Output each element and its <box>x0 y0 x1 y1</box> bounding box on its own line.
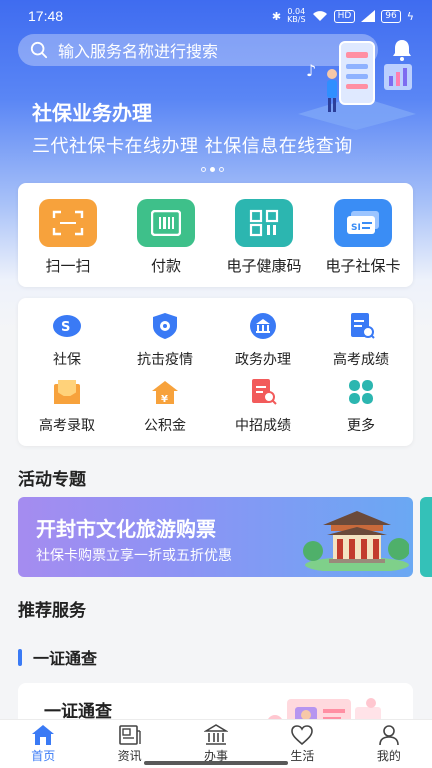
zhongkao-score-icon <box>252 379 277 405</box>
service-label: 中招成绩 <box>235 418 291 434</box>
next-activity-banner[interactable] <box>420 497 432 577</box>
quick-action-label: 付款 <box>150 257 181 275</box>
quick-action-label: 扫一扫 <box>45 257 91 275</box>
search-placeholder: 输入服务名称进行搜索 <box>58 42 219 61</box>
service-housing-fund[interactable]: ¥ 公积金 <box>120 378 210 435</box>
service-label: 社保 <box>53 352 81 368</box>
search-icon <box>30 41 48 59</box>
scan-icon <box>39 199 97 247</box>
banner-page-indicator <box>201 167 224 172</box>
wifi-icon <box>312 11 327 21</box>
network-speed-unit: KB/S <box>287 15 306 24</box>
barcode-icon <box>137 199 195 247</box>
status-time: 17:48 <box>28 8 64 24</box>
svg-text:¥: ¥ <box>161 394 168 405</box>
qrcode-icon <box>235 199 293 247</box>
tab-home[interactable]: 首页 <box>0 720 86 768</box>
hd-badge: HD <box>333 9 356 23</box>
activity-subtitle: 社保卡购票立享一折或五折优惠 <box>36 548 232 564</box>
service-gaokao-score[interactable]: 高考成绩 <box>316 312 406 369</box>
activity-banner[interactable]: 开封市文化旅游购票 社保卡购票立享一折或五折优惠 <box>18 497 413 577</box>
banner-illustration: ♪ <box>298 41 416 130</box>
exam-score-icon <box>351 313 375 339</box>
news-icon <box>118 725 141 745</box>
service-gaokao-admission[interactable]: 高考录取 <box>22 378 112 435</box>
heart-icon <box>291 725 314 746</box>
tab-label: 我的 <box>376 749 401 763</box>
recommend-group-title: 一证通查 <box>33 649 98 668</box>
quick-action-pay[interactable]: 付款 <box>118 199 214 276</box>
activity-title: 开封市文化旅游购票 <box>36 517 216 541</box>
quick-action-label: 电子健康码 <box>226 257 302 275</box>
battery-icon: 96 <box>381 9 401 23</box>
accent-bar <box>18 648 22 666</box>
bank-building-icon <box>204 724 229 745</box>
pavilion-illustration <box>303 511 409 571</box>
recommend-group-header: 一证通查 <box>18 645 97 669</box>
page-dot-active <box>210 167 215 172</box>
service-label: 抗击疫情 <box>137 352 193 368</box>
network-speed: 0.04 KB/S <box>287 8 306 24</box>
service-label: 政务办理 <box>235 352 291 368</box>
social-security-card-icon: SI <box>334 199 392 247</box>
service-label: 更多 <box>347 418 375 434</box>
page-dot <box>201 167 206 172</box>
charging-icon: ϟ <box>406 9 414 23</box>
svg-text:S: S <box>61 320 70 335</box>
home-indicator[interactable] <box>144 761 288 765</box>
social-security-icon: S <box>53 315 81 337</box>
quick-action-scan[interactable]: 扫一扫 <box>20 199 116 276</box>
bluetooth-icon: ✱ <box>271 9 282 23</box>
tab-label: 首页 <box>31 749 56 763</box>
recommend-section-title: 推荐服务 <box>18 601 86 621</box>
service-zhongkao-score[interactable]: 中招成绩 <box>218 378 308 435</box>
government-icon <box>250 313 276 339</box>
admission-letter-icon <box>54 380 80 404</box>
service-social-security[interactable]: S 社保 <box>22 312 112 369</box>
quick-action-label: 电子社保卡 <box>325 257 401 275</box>
home-icon <box>32 725 55 745</box>
service-label: 高考成绩 <box>333 352 389 368</box>
housing-fund-icon: ¥ <box>152 381 178 405</box>
svg-text:♪: ♪ <box>306 61 316 80</box>
activity-section-title: 活动专题 <box>18 470 86 490</box>
more-grid-icon <box>349 380 373 404</box>
banner-subtitle[interactable]: 三代社保卡在线办理 社保信息在线查询 <box>32 132 353 158</box>
status-icons: ✱ 0.04 KB/S HD 96 ϟ <box>272 8 414 24</box>
service-label: 公积金 <box>144 418 186 434</box>
service-more[interactable]: 更多 <box>316 378 406 435</box>
quick-actions-card: 扫一扫 付款 电子健康码 SI 电子社保卡 <box>18 183 413 287</box>
quick-action-social-security-card[interactable]: SI 电子社保卡 <box>315 199 411 276</box>
banner-title[interactable]: 社保业务办理 <box>32 97 152 126</box>
tab-mine[interactable]: 我的 <box>346 720 432 768</box>
virus-shield-icon <box>153 313 177 339</box>
service-label: 高考录取 <box>39 418 95 434</box>
page-dot <box>219 167 224 172</box>
service-epidemic[interactable]: 抗击疫情 <box>120 312 210 369</box>
services-grid-card: S 社保 抗击疫情 政务办理 高考成绩 高考录取 ¥ 公积金 中招成绩 更多 <box>18 298 413 446</box>
quick-action-health-code[interactable]: 电子健康码 <box>216 199 312 276</box>
svg-text:SI: SI <box>351 223 361 233</box>
person-icon <box>379 725 399 746</box>
signal-icon <box>361 10 376 22</box>
service-government[interactable]: 政务办理 <box>218 312 308 369</box>
status-bar: 17:48 ✱ 0.04 KB/S HD 96 ϟ <box>0 0 432 32</box>
